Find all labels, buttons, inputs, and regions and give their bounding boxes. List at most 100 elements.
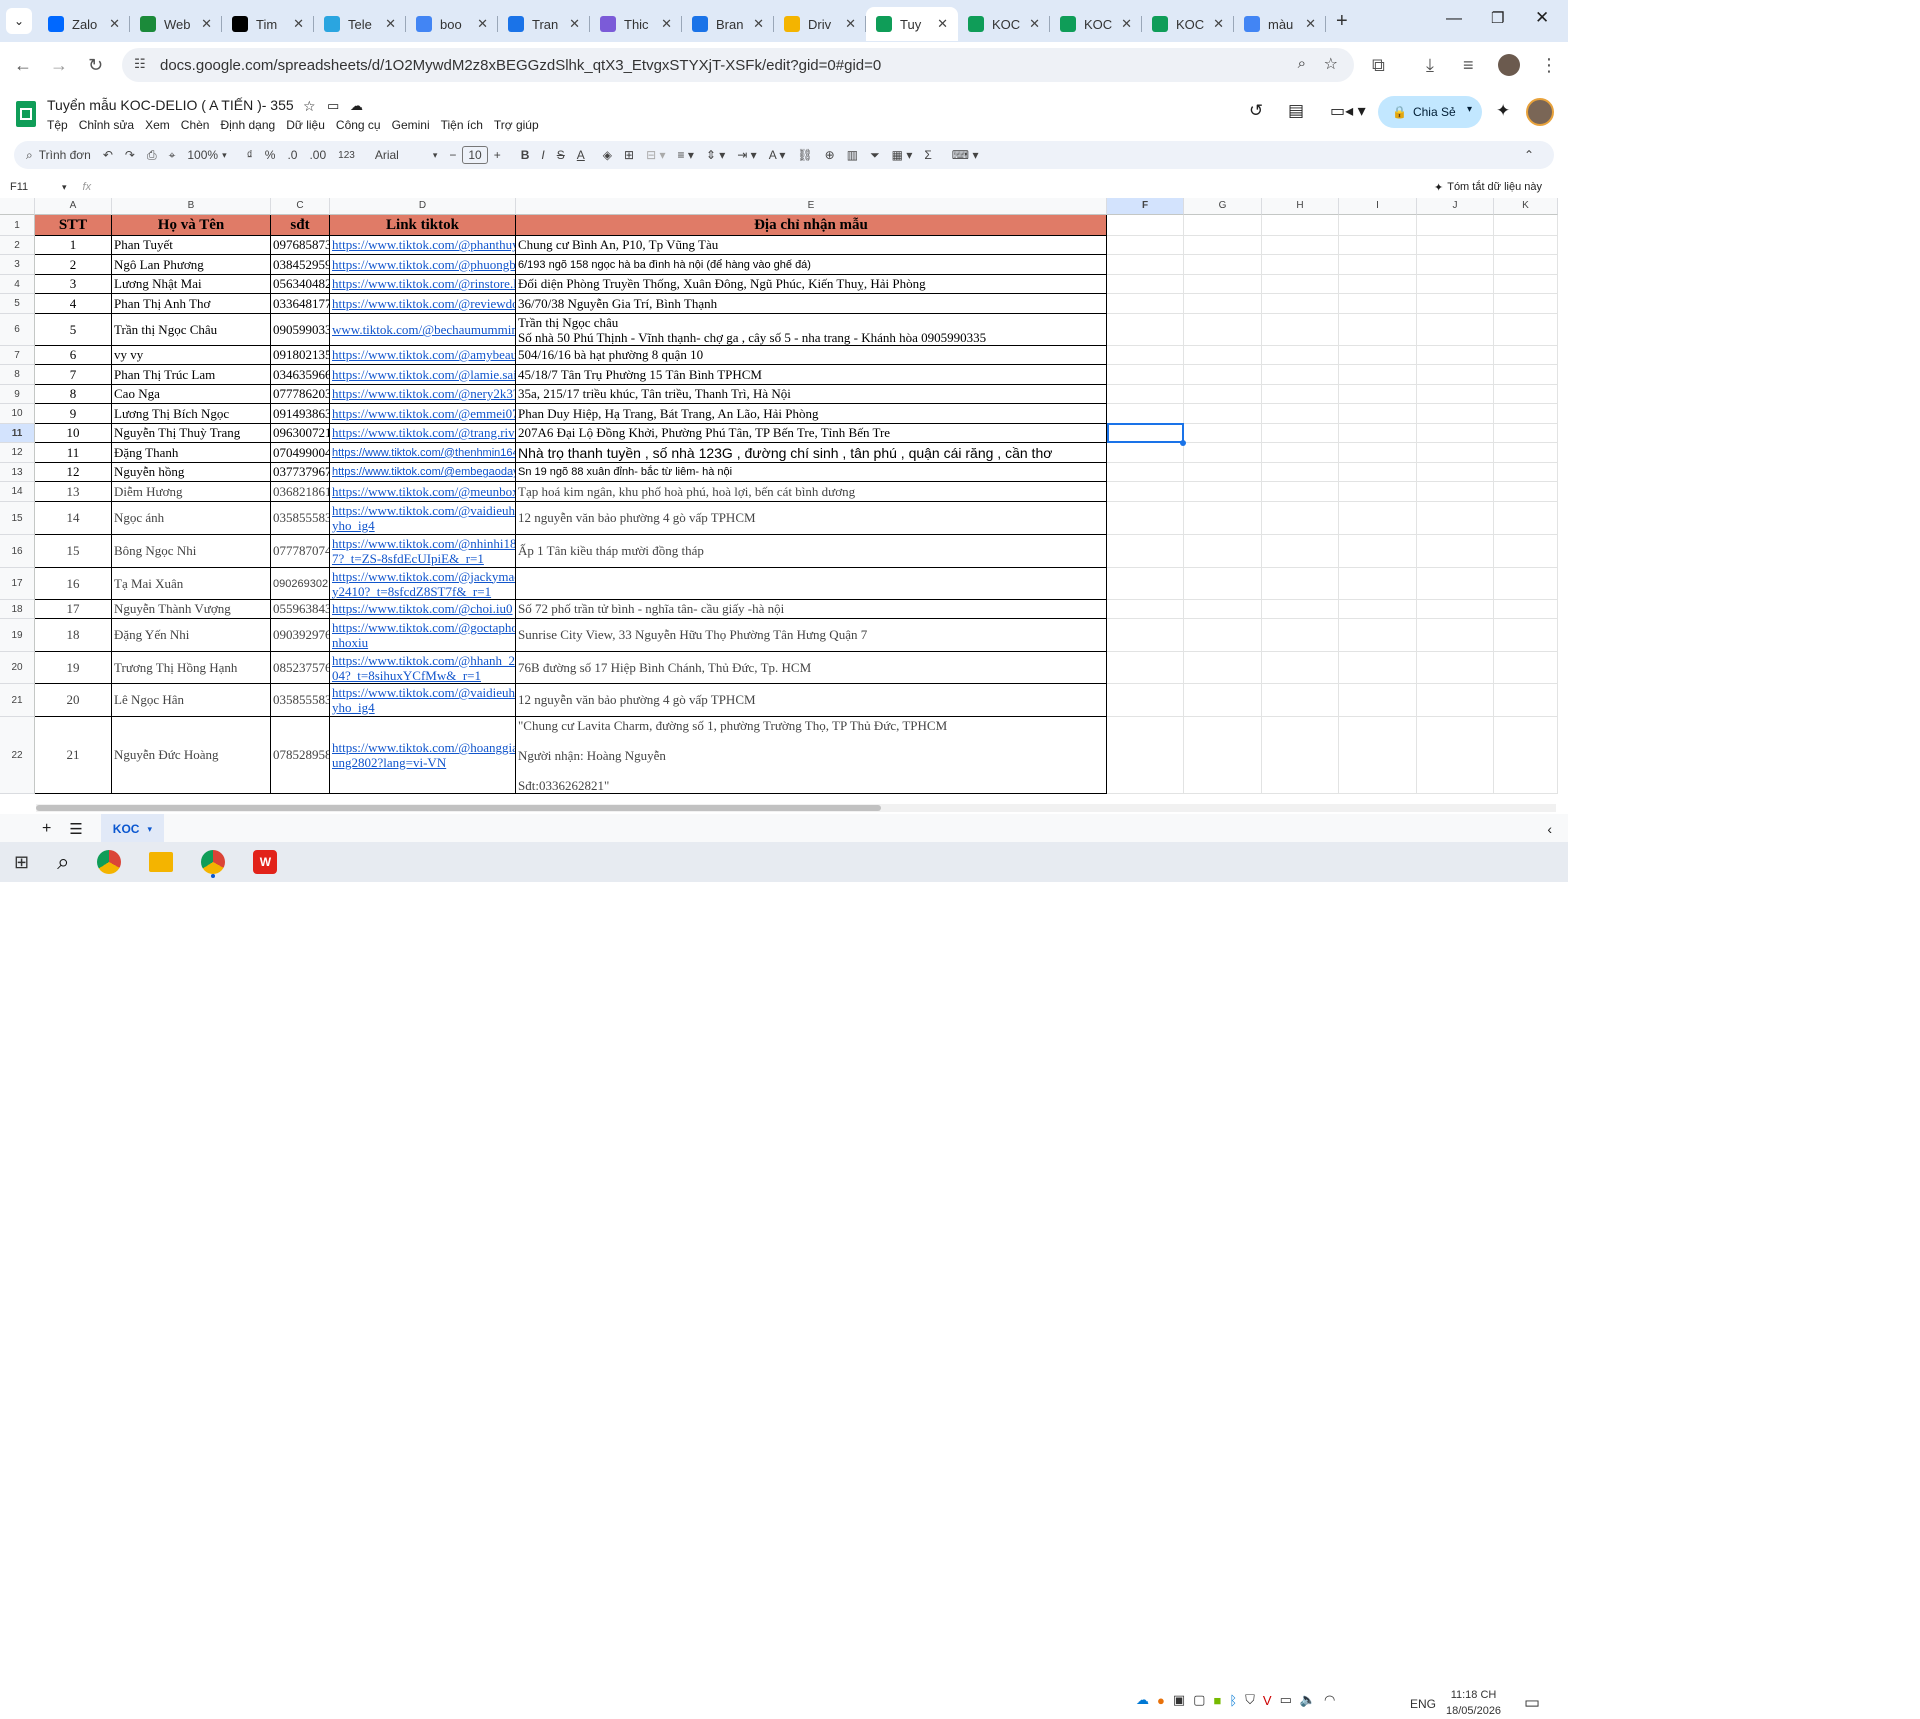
empty-cell[interactable] bbox=[1262, 385, 1339, 404]
row-header[interactable]: 22 bbox=[0, 717, 35, 794]
site-info-icon[interactable]: ☷ bbox=[134, 56, 146, 72]
address-cell[interactable]: Số 72 phố trần tử bình - nghĩa tân- cầu … bbox=[516, 600, 1107, 619]
empty-cell[interactable] bbox=[1184, 346, 1262, 365]
all-sheets-icon[interactable]: ☰ bbox=[69, 820, 82, 838]
empty-cell[interactable] bbox=[1339, 684, 1417, 717]
name-cell[interactable]: Nguyễn hồng bbox=[112, 463, 271, 482]
browser-tab[interactable]: Driv ✕ bbox=[774, 7, 866, 41]
name-cell[interactable]: Lê Ngọc Hân bbox=[112, 684, 271, 717]
empty-cell[interactable] bbox=[1262, 619, 1339, 652]
undo-icon[interactable]: ↶ bbox=[103, 148, 113, 162]
menu-item[interactable]: Công cụ bbox=[336, 118, 381, 132]
empty-cell[interactable] bbox=[1417, 482, 1494, 502]
zoom-icon[interactable]: ⌕ bbox=[1298, 55, 1306, 72]
empty-cell[interactable] bbox=[1184, 463, 1262, 482]
menu-search-label[interactable]: Trình đơn bbox=[39, 148, 91, 162]
insert-link-icon[interactable]: ⛓ bbox=[797, 148, 812, 162]
tiktok-link-cell[interactable]: https://www.tiktok.com/@thenhmin164? bbox=[330, 443, 516, 463]
empty-cell[interactable] bbox=[1494, 568, 1558, 600]
empty-cell[interactable] bbox=[1339, 255, 1417, 275]
empty-cell[interactable] bbox=[1184, 294, 1262, 314]
forward-icon[interactable]: → bbox=[50, 55, 68, 76]
stt-cell[interactable]: 8 bbox=[35, 385, 112, 404]
clock[interactable]: 11:18 CH 18/05/2026 bbox=[1446, 1687, 1501, 1719]
new-tab-button[interactable]: + bbox=[1336, 10, 1348, 33]
empty-cell[interactable] bbox=[1107, 535, 1184, 568]
bold-icon[interactable]: B bbox=[521, 148, 530, 162]
print-icon[interactable]: ⎙ bbox=[147, 148, 157, 163]
empty-cell[interactable] bbox=[1262, 443, 1339, 463]
meet-icon[interactable]: ▭◂ ▾ bbox=[1330, 101, 1366, 121]
empty-cell[interactable] bbox=[1417, 424, 1494, 443]
empty-cell[interactable] bbox=[1417, 652, 1494, 684]
insert-comment-icon[interactable]: ⊕ bbox=[825, 148, 835, 162]
empty-cell[interactable] bbox=[1417, 404, 1494, 424]
phone-cell[interactable]: 077787074 bbox=[271, 535, 330, 568]
menu-item[interactable]: Tệp bbox=[47, 118, 68, 132]
empty-cell[interactable] bbox=[1262, 463, 1339, 482]
tray-app-icon[interactable]: ● bbox=[1157, 1693, 1165, 1708]
zoom-dropdown-icon[interactable]: ▾ bbox=[222, 150, 227, 161]
tiktok-link-cell[interactable]: https://www.tiktok.com/@vaidieuha yho_ig… bbox=[330, 684, 516, 717]
empty-cell[interactable] bbox=[1262, 652, 1339, 684]
onedrive-icon[interactable]: ☁ bbox=[1136, 1692, 1149, 1708]
address-cell[interactable]: 504/16/16 bà hạt phường 8 quận 10 bbox=[516, 346, 1107, 365]
empty-cell[interactable] bbox=[1339, 346, 1417, 365]
filter-views-icon[interactable]: ▦ ▾ bbox=[892, 148, 913, 162]
browser-tab[interactable]: Zalo ✕ bbox=[38, 7, 130, 41]
gemini-icon[interactable]: ✦ bbox=[1496, 101, 1510, 121]
row-header[interactable]: 16 bbox=[0, 535, 35, 568]
phone-cell[interactable]: 085237576 bbox=[271, 652, 330, 684]
empty-cell[interactable] bbox=[1184, 236, 1262, 255]
row-header[interactable]: 13 bbox=[0, 463, 35, 482]
menu-search-icon[interactable]: ⌕ bbox=[26, 148, 33, 163]
address-cell[interactable]: Chung cư Bình An, P10, Tp Vũng Tàu bbox=[516, 236, 1107, 255]
header-cell[interactable]: Địa chỉ nhận mẫu bbox=[516, 215, 1107, 236]
stt-cell[interactable]: 16 bbox=[35, 568, 112, 600]
tiktok-link-cell[interactable]: https://www.tiktok.com/@trang.riviu bbox=[330, 424, 516, 443]
nvidia-icon[interactable]: ■ bbox=[1213, 1693, 1221, 1708]
browser-tab[interactable]: Thic ✕ bbox=[590, 7, 682, 41]
tiktok-link-cell[interactable]: https://www.tiktok.com/@phuongbon bbox=[330, 255, 516, 275]
header-cell[interactable]: Link tiktok bbox=[330, 215, 516, 236]
chrome-taskbar-icon[interactable] bbox=[97, 850, 122, 874]
empty-cell[interactable] bbox=[1262, 502, 1339, 535]
close-tab-icon[interactable]: ✕ bbox=[661, 16, 672, 32]
browser-tab[interactable]: Tele ✕ bbox=[314, 7, 406, 41]
empty-cell[interactable] bbox=[1262, 365, 1339, 385]
menu-item[interactable]: Trợ giúp bbox=[494, 118, 539, 132]
close-tab-icon[interactable]: ✕ bbox=[293, 16, 304, 32]
empty-cell[interactable] bbox=[1417, 385, 1494, 404]
filter-icon[interactable]: ⏷ bbox=[870, 148, 880, 163]
empty-cell[interactable] bbox=[1184, 424, 1262, 443]
tiktok-link-cell[interactable]: https://www.tiktok.com/@rinstore.lm bbox=[330, 275, 516, 294]
name-cell[interactable]: Đặng Thanh bbox=[112, 443, 271, 463]
phone-cell[interactable]: 090392976 bbox=[271, 619, 330, 652]
media-icon[interactable]: ≡ bbox=[1463, 55, 1474, 76]
empty-cell[interactable] bbox=[1494, 424, 1558, 443]
column-header[interactable]: F bbox=[1107, 198, 1184, 215]
empty-cell[interactable] bbox=[1339, 404, 1417, 424]
stt-cell[interactable]: 11 bbox=[35, 443, 112, 463]
tiktok-link-cell[interactable]: https://www.tiktok.com/@lamie.saigo bbox=[330, 365, 516, 385]
address-cell[interactable]: 76B đường số 17 Hiệp Bình Chánh, Thủ Đức… bbox=[516, 652, 1107, 684]
stt-cell[interactable]: 6 bbox=[35, 346, 112, 365]
empty-cell[interactable] bbox=[1339, 502, 1417, 535]
empty-cell[interactable] bbox=[1262, 275, 1339, 294]
stt-cell[interactable]: 15 bbox=[35, 535, 112, 568]
row-header[interactable]: 10 bbox=[0, 404, 35, 424]
empty-cell[interactable] bbox=[1339, 482, 1417, 502]
empty-cell[interactable] bbox=[1184, 365, 1262, 385]
close-tab-icon[interactable]: ✕ bbox=[1305, 16, 1316, 32]
name-cell[interactable]: Phan Thị Trúc Lam bbox=[112, 365, 271, 385]
empty-cell[interactable] bbox=[1417, 365, 1494, 385]
row-header[interactable]: 21 bbox=[0, 684, 35, 717]
empty-cell[interactable] bbox=[1262, 294, 1339, 314]
empty-cell[interactable] bbox=[1339, 215, 1417, 236]
empty-cell[interactable] bbox=[1417, 535, 1494, 568]
bluetooth-icon[interactable]: ᛒ bbox=[1229, 1693, 1237, 1708]
bookmark-icon[interactable]: ☆ bbox=[1324, 54, 1338, 74]
phone-cell[interactable]: 091802135 bbox=[271, 346, 330, 365]
empty-cell[interactable] bbox=[1262, 314, 1339, 346]
empty-cell[interactable] bbox=[1339, 652, 1417, 684]
